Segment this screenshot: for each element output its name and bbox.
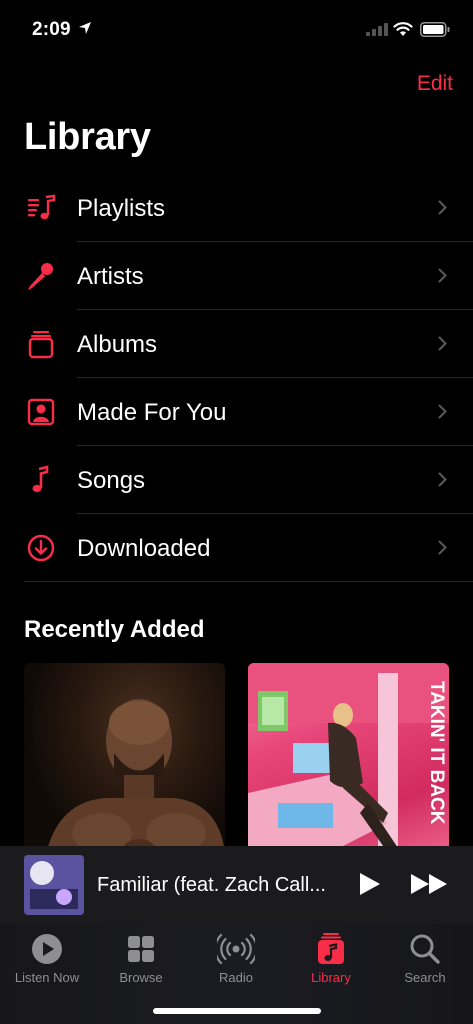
tab-label: Listen Now bbox=[14, 970, 80, 985]
chevron-right-icon bbox=[438, 268, 447, 283]
tab-listen-now[interactable]: Listen Now bbox=[2, 932, 92, 985]
recently-added-heading: Recently Added bbox=[24, 616, 205, 643]
cellular-signal-icon bbox=[366, 23, 388, 36]
microphone-icon bbox=[28, 263, 53, 290]
albums-icon bbox=[28, 331, 54, 359]
library-item-label: Albums bbox=[77, 331, 158, 358]
tab-label: Search bbox=[404, 970, 446, 985]
tab-label: Library bbox=[311, 970, 351, 985]
play-circle-icon bbox=[32, 934, 62, 964]
album-artwork-image bbox=[44, 699, 225, 864]
home-indicator[interactable] bbox=[153, 1008, 321, 1014]
now-playing-artwork-image bbox=[24, 855, 84, 915]
location-arrow-icon bbox=[79, 22, 91, 34]
chevron-right-icon bbox=[438, 200, 447, 215]
album-artwork[interactable] bbox=[24, 663, 225, 864]
play-button[interactable] bbox=[356, 871, 382, 897]
album-artwork-image: TAKIN' IT BACK bbox=[248, 663, 449, 864]
fast-forward-button[interactable] bbox=[410, 872, 448, 896]
tab-label: Radio bbox=[219, 970, 253, 985]
library-item-made-for-you[interactable]: Made For You bbox=[0, 378, 473, 446]
now-playing-title: Familiar (feat. Zach Call... bbox=[97, 874, 326, 896]
album-artwork[interactable]: TAKIN' IT BACK bbox=[248, 663, 449, 864]
music-note-icon bbox=[32, 465, 49, 493]
tab-library[interactable]: Library bbox=[286, 932, 376, 985]
chevron-right-icon bbox=[438, 472, 447, 487]
library-list: Playlists Artists Albums Made For You So… bbox=[0, 174, 473, 582]
tab-label: Browse bbox=[119, 970, 163, 985]
radio-waves-icon bbox=[217, 933, 255, 965]
library-item-downloaded[interactable]: Downloaded bbox=[0, 514, 473, 582]
tab-browse[interactable]: Browse bbox=[96, 932, 186, 985]
wifi-icon bbox=[393, 22, 413, 36]
edit-button[interactable]: Edit bbox=[417, 72, 453, 96]
library-item-label: Songs bbox=[77, 467, 146, 494]
library-item-artists[interactable]: Artists bbox=[0, 242, 473, 310]
library-item-albums[interactable]: Albums bbox=[0, 310, 473, 378]
playlists-icon bbox=[28, 194, 56, 220]
library-item-songs[interactable]: Songs bbox=[0, 446, 473, 514]
grid-icon bbox=[128, 936, 154, 962]
download-circle-icon bbox=[27, 534, 55, 562]
tab-search[interactable]: Search bbox=[380, 932, 470, 985]
divider bbox=[24, 581, 473, 582]
status-bar: 2:09 bbox=[0, 0, 473, 60]
chevron-right-icon bbox=[438, 540, 447, 555]
battery-icon bbox=[420, 22, 450, 37]
library-item-playlists[interactable]: Playlists bbox=[0, 174, 473, 242]
person-square-icon bbox=[27, 398, 55, 426]
library-note-icon bbox=[318, 933, 344, 964]
status-time: 2:09 bbox=[32, 19, 71, 40]
library-item-label: Made For You bbox=[77, 399, 227, 426]
chevron-right-icon bbox=[438, 404, 447, 419]
now-playing-artwork[interactable] bbox=[24, 855, 84, 915]
library-item-label: Playlists bbox=[77, 195, 166, 222]
tab-radio[interactable]: Radio bbox=[191, 932, 281, 985]
page-title: Library bbox=[24, 116, 151, 158]
search-icon bbox=[410, 934, 440, 964]
library-item-label: Downloaded bbox=[77, 535, 211, 562]
now-playing-bar[interactable]: Familiar (feat. Zach Call... bbox=[0, 846, 473, 924]
svg-text:TAKIN' IT BACK: TAKIN' IT BACK bbox=[426, 681, 447, 825]
chevron-right-icon bbox=[438, 336, 447, 351]
library-item-label: Artists bbox=[77, 263, 144, 290]
